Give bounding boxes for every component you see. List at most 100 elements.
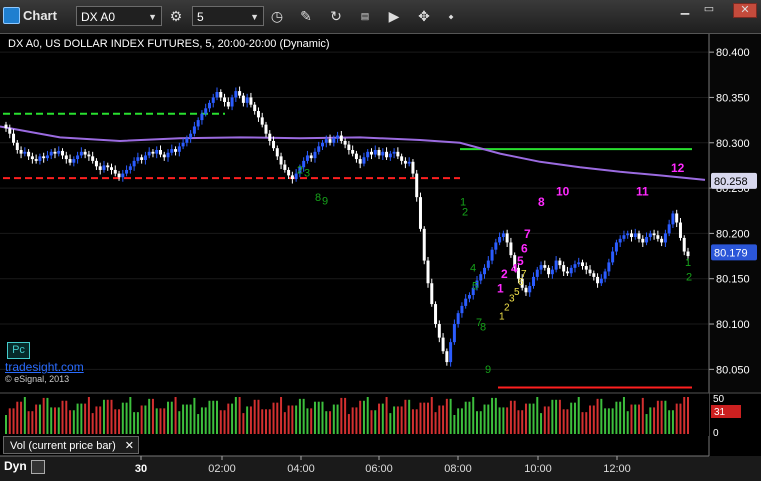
volume-study-label[interactable]: Vol (current price bar) ✕ bbox=[3, 436, 139, 454]
volume-last-value: 31 bbox=[714, 407, 726, 418]
candle-body bbox=[569, 267, 573, 274]
candle-body bbox=[554, 260, 558, 270]
candle-body bbox=[483, 267, 487, 275]
candle-body bbox=[599, 278, 603, 284]
candle-body bbox=[106, 165, 110, 168]
candle-body bbox=[132, 160, 136, 167]
candle-body bbox=[249, 97, 253, 105]
candle-body bbox=[607, 262, 611, 272]
candle-body bbox=[57, 150, 61, 154]
candle-body bbox=[91, 156, 95, 161]
candle-body bbox=[45, 155, 49, 159]
candle-body bbox=[682, 237, 686, 252]
candle-body bbox=[678, 222, 682, 238]
copyright-text: © eSignal, 2013 bbox=[5, 374, 70, 384]
countdown-magenta: 5 bbox=[517, 254, 524, 268]
candle-body bbox=[580, 262, 584, 267]
candle-body bbox=[626, 233, 630, 236]
candle-body bbox=[79, 151, 83, 156]
candle-body bbox=[189, 133, 193, 139]
pc-button[interactable]: Pc bbox=[7, 342, 30, 359]
candle-body bbox=[204, 108, 208, 114]
setup-count-green: 2 bbox=[462, 206, 468, 218]
candle-body bbox=[498, 237, 502, 243]
brand-link[interactable]: tradesight.com bbox=[5, 360, 84, 374]
y-tick-label: 80.400 bbox=[716, 47, 750, 59]
candle-body bbox=[381, 151, 385, 156]
candle-body bbox=[418, 197, 422, 229]
candle-body bbox=[535, 269, 539, 277]
candle-body bbox=[30, 156, 34, 160]
candle-body bbox=[415, 173, 419, 198]
candle-body bbox=[486, 260, 490, 268]
chart-canvas[interactable]: 2 38 9 12457891212356712 4567810 1112 80.4008… bbox=[0, 0, 761, 481]
candle-body bbox=[27, 151, 31, 157]
candle-body bbox=[430, 283, 434, 305]
setup-count-green: 2 bbox=[297, 165, 303, 177]
candle-body bbox=[592, 273, 596, 277]
chart-header: DX A0, US DOLLAR INDEX FUTURES, 5, 20:00… bbox=[8, 38, 330, 50]
candle-body bbox=[539, 265, 543, 270]
setup-count-green: 4 bbox=[470, 262, 476, 274]
candle-body bbox=[136, 157, 140, 161]
countdown-magenta: 7 bbox=[524, 227, 531, 241]
candle-body bbox=[113, 169, 117, 174]
candle-body bbox=[87, 154, 91, 157]
settings-icon[interactable] bbox=[31, 460, 45, 474]
candle-body bbox=[648, 233, 652, 238]
candle-body bbox=[128, 166, 132, 170]
candle-body bbox=[392, 151, 396, 154]
candle-body bbox=[565, 271, 569, 274]
x-tick-label: 12:00 bbox=[603, 463, 631, 475]
candle-body bbox=[494, 242, 498, 250]
candle-body bbox=[336, 135, 340, 139]
candle-body bbox=[253, 104, 257, 112]
candle-body bbox=[226, 101, 230, 107]
x-tick-label: 06:00 bbox=[365, 463, 393, 475]
candle-body bbox=[23, 151, 27, 154]
candle-body bbox=[614, 242, 618, 252]
candle-body bbox=[577, 262, 581, 265]
candle-body bbox=[279, 156, 283, 165]
candle-body bbox=[479, 274, 483, 281]
candle-body bbox=[8, 128, 12, 134]
candle-body bbox=[158, 150, 162, 155]
candle-body bbox=[422, 228, 426, 261]
candle-body bbox=[652, 233, 656, 236]
x-tick-label: 02:00 bbox=[208, 463, 236, 475]
ma-price-value: 80.258 bbox=[714, 176, 748, 188]
candle-body bbox=[313, 151, 317, 159]
candle-body bbox=[369, 151, 373, 155]
candle-body bbox=[358, 159, 362, 164]
candle-body bbox=[629, 233, 633, 238]
countdown-magenta: 6 bbox=[521, 241, 528, 255]
candle-body bbox=[64, 155, 68, 160]
candle-body bbox=[19, 150, 23, 154]
candle-body bbox=[456, 313, 460, 325]
candle-body bbox=[94, 160, 98, 167]
candle-body bbox=[53, 151, 57, 154]
y-tick-label: 80.050 bbox=[716, 364, 750, 376]
candle-body bbox=[268, 133, 272, 141]
candle-body bbox=[305, 155, 309, 161]
close-icon[interactable]: ✕ bbox=[125, 437, 134, 455]
candle-body bbox=[449, 342, 453, 363]
candle-body bbox=[622, 235, 626, 239]
candle-body bbox=[324, 139, 328, 143]
candle-body bbox=[573, 264, 577, 268]
candle-body bbox=[215, 92, 219, 98]
volume-tick-label: 0 bbox=[713, 428, 719, 439]
candle-body bbox=[234, 91, 238, 98]
setup-count-green: 1 bbox=[685, 257, 691, 269]
setup-count-green: 9 bbox=[485, 364, 491, 376]
candle-body bbox=[452, 324, 456, 343]
last-price-value: 80.179 bbox=[714, 247, 748, 259]
candle-body bbox=[603, 271, 607, 279]
candle-body bbox=[645, 237, 649, 243]
countdown-magenta: 2 bbox=[501, 267, 508, 281]
candle-body bbox=[200, 113, 204, 121]
setup-count-green: 9 bbox=[322, 195, 328, 207]
candle-body bbox=[550, 269, 554, 275]
candle-body bbox=[562, 265, 566, 272]
setup-count-green: 2 bbox=[686, 272, 692, 284]
